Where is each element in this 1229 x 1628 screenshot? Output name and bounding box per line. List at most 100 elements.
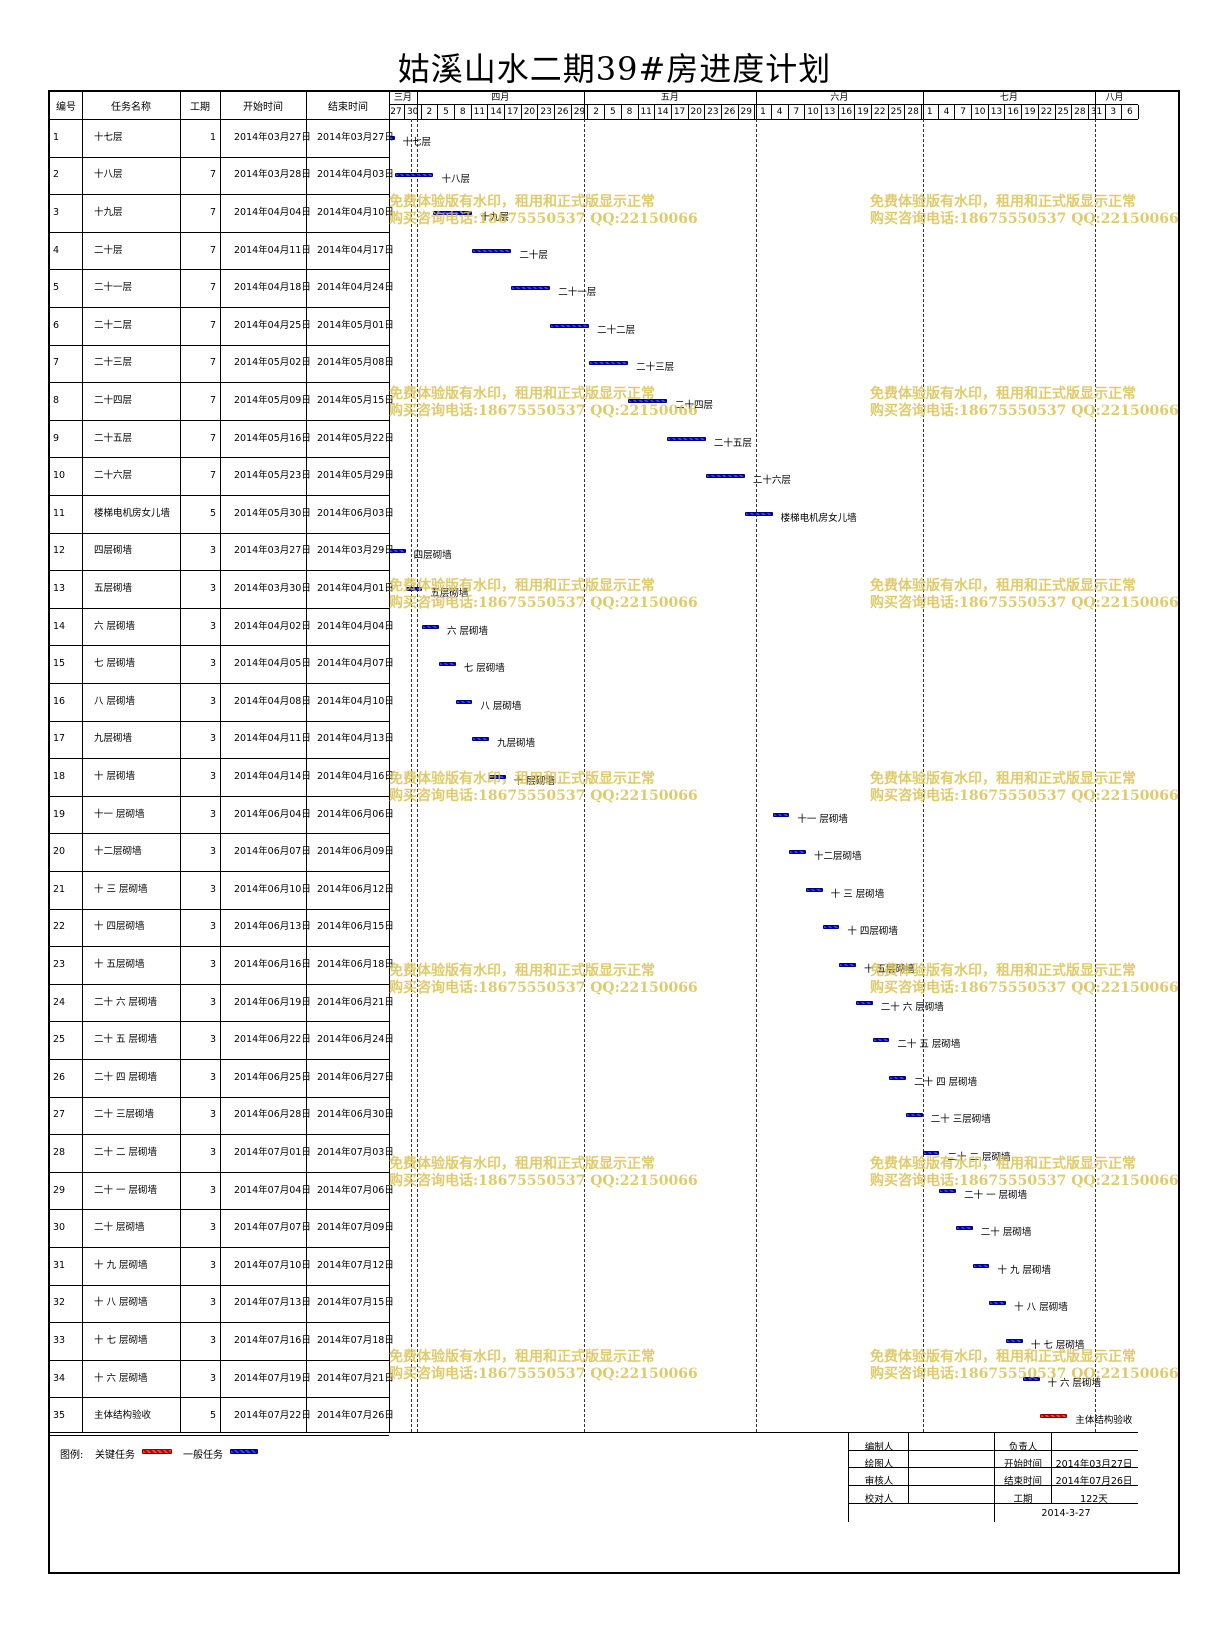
day-tick-label: 8 <box>626 107 633 117</box>
task-id: 29 <box>53 1184 66 1196</box>
task-bar-label: 十二层砌墙 <box>814 851 862 863</box>
task-id: 31 <box>53 1259 66 1271</box>
task-start: 2014年06月07日 <box>234 846 311 858</box>
task-bar-label: 二十五层 <box>713 437 752 449</box>
task-id: 8 <box>53 395 60 406</box>
task-bar <box>922 1151 940 1155</box>
task-duration: 7 <box>209 244 216 256</box>
start-dash-line <box>411 119 413 1432</box>
day-tick-label: 7 <box>960 107 966 117</box>
day-tick-label: 5 <box>443 107 449 117</box>
task-bar-label: 二十 层砌墙 <box>980 1227 1032 1239</box>
day-tick-label: 23 <box>707 107 719 117</box>
task-start: 2014年06月04日 <box>234 808 311 820</box>
task-id: 13 <box>53 583 66 594</box>
day-tick-line <box>1137 105 1139 119</box>
month-dash-line <box>755 119 757 1432</box>
task-name: 十八层 <box>94 169 123 181</box>
day-tick-label: 2 <box>426 107 433 117</box>
task-id: 23 <box>53 959 66 970</box>
task-bar-label: 十九层 <box>480 212 509 223</box>
task-id: 21 <box>53 883 66 895</box>
task-id: 12 <box>53 545 66 557</box>
day-tick-label: 25 <box>1057 107 1069 117</box>
task-duration: 3 <box>209 658 216 670</box>
task-duration: 3 <box>209 1147 216 1158</box>
task-start: 2014年07月10日 <box>234 1259 311 1271</box>
task-end: 2014年05月08日 <box>317 357 394 369</box>
task-start: 2014年04月25日 <box>234 319 311 331</box>
task-end: 2014年07月21日 <box>317 1372 394 1384</box>
task-end: 2014年06月12日 <box>317 883 394 895</box>
task-end: 2014年04月01日 <box>317 583 394 594</box>
row-line <box>48 532 389 534</box>
task-bar-label: 二十二层 <box>597 324 636 336</box>
task-bar-label: 二十 二 层砌墙 <box>947 1152 1011 1163</box>
task-duration: 3 <box>209 620 216 632</box>
task-start: 2014年07月07日 <box>234 1222 311 1234</box>
task-duration: 3 <box>209 545 216 557</box>
task-start: 2014年07月16日 <box>234 1335 311 1346</box>
task-id: 1 <box>53 131 60 143</box>
task-end: 2014年07月06日 <box>317 1184 394 1196</box>
task-bar-label: 二十 五 层砌墙 <box>897 1039 961 1051</box>
info-box-line <box>908 1432 909 1504</box>
row-line <box>48 1059 389 1060</box>
col-header-end: 结束时间 <box>328 102 368 113</box>
month-dash-line <box>922 119 924 1432</box>
task-bar <box>872 1038 890 1043</box>
task-duration: 3 <box>209 1259 216 1271</box>
day-tick-label: 26 <box>723 107 736 117</box>
day-tick-label: 10 <box>974 107 986 117</box>
reviewer-label: 审核人 <box>864 1476 894 1487</box>
task-end: 2014年07月03日 <box>317 1147 394 1158</box>
day-tick-label: 13 <box>990 107 1003 117</box>
task-bar <box>1039 1414 1068 1419</box>
task-duration: 3 <box>209 1184 216 1196</box>
table-col-line <box>82 90 83 1432</box>
day-tick-label: 1 <box>760 107 766 117</box>
task-bar-label: 二十一层 <box>558 287 597 299</box>
day-tick-label: 27 <box>390 107 402 117</box>
task-duration: 3 <box>209 1071 216 1083</box>
task-start: 2014年04月11日 <box>234 733 311 745</box>
row-line <box>48 1171 389 1173</box>
task-duration: 3 <box>209 771 216 782</box>
day-tick-label: 4 <box>943 107 950 117</box>
task-bar-label: 二十 四 层砌墙 <box>914 1076 978 1088</box>
info-box-line <box>848 1432 849 1522</box>
task-start: 2014年05月16日 <box>234 432 311 444</box>
task-bar <box>472 248 512 253</box>
task-end: 2014年07月12日 <box>317 1259 394 1271</box>
task-end: 2014年05月01日 <box>317 319 394 331</box>
task-bar <box>439 662 456 667</box>
task-name: 十 五层砌墙 <box>94 959 145 970</box>
day-tick-label: 25 <box>890 107 903 117</box>
day-tick-label: 19 <box>1024 107 1036 117</box>
col-header-start: 开始时间 <box>243 102 283 113</box>
task-duration: 3 <box>209 846 216 858</box>
task-name: 二十 三层砌墙 <box>94 1109 155 1121</box>
task-bar-label: 十 五层砌墙 <box>864 964 915 975</box>
row-line <box>48 1134 389 1136</box>
row-line <box>48 607 389 609</box>
day-tick-label: 31 <box>1090 107 1103 117</box>
task-name: 六 层砌墙 <box>94 620 136 632</box>
task-duration: 5 <box>209 1410 216 1422</box>
legend-normal-label: 一般任务 <box>183 1450 223 1461</box>
month-label: 三月 <box>393 93 412 103</box>
print-date: 2014-3-27 <box>1041 1508 1091 1519</box>
day-tick-label: 23 <box>540 107 552 117</box>
task-bar-label: 十一 层砌墙 <box>797 813 848 825</box>
task-duration: 3 <box>209 1297 216 1309</box>
task-end: 2014年06月21日 <box>317 996 394 1008</box>
task-id: 15 <box>53 658 66 670</box>
task-id: 10 <box>53 470 66 482</box>
task-end: 2014年05月22日 <box>317 432 394 444</box>
row-line <box>48 1096 389 1098</box>
task-bar-label: 八 层砌墙 <box>480 700 522 712</box>
row-line <box>48 382 389 384</box>
month-label: 五月 <box>660 93 679 103</box>
task-duration: 1 <box>209 131 216 143</box>
task-duration: 3 <box>209 1335 216 1346</box>
